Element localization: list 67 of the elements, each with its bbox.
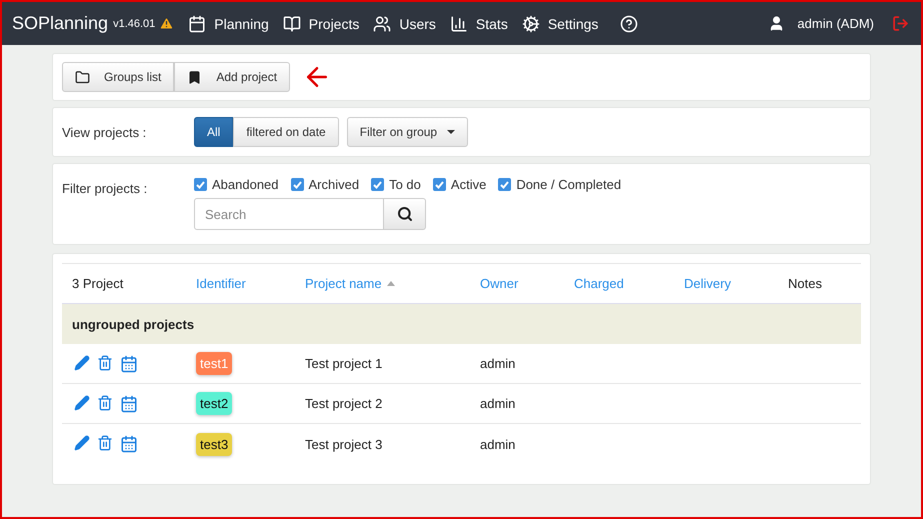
calendar-icon[interactable] [120,394,138,412]
folder-icon [75,70,90,84]
table-cell-text: admin [479,356,516,371]
checkmark-icon [500,180,510,188]
checkbox[interactable] [498,178,512,191]
user-menu[interactable]: admin (ADM) [797,16,874,31]
view-projects-label: View projects : [62,124,148,140]
nav-link[interactable]: Users [373,14,436,32]
identifier-tag: test2 [196,392,232,415]
nav-link[interactable]: Projects [282,14,360,32]
calendar-icon[interactable] [120,354,138,372]
delete-icon[interactable] [97,394,113,410]
view-toggle[interactable]: All [194,117,234,147]
users-icon [373,14,392,32]
checkbox-label[interactable]: Active [450,177,486,192]
groups-list-button[interactable]: Groups list [62,62,174,92]
column-header: Notes [787,276,823,291]
filter-group-dropdown[interactable]: Filter on group [346,117,468,147]
brand-name[interactable]: SOPlanning [12,13,108,34]
table-cell-text: admin [479,396,516,411]
search-button[interactable] [384,198,426,230]
filter-projects-label: Filter projects : [62,181,148,196]
checkbox[interactable] [290,178,304,191]
sort-icon [386,281,395,286]
view-toggle[interactable]: filtered on date [233,117,339,147]
delete-icon[interactable] [97,354,113,370]
checkmark-icon [196,180,205,188]
identifier-tag: test3 [196,432,232,456]
nav-link[interactable]: Planning [188,14,269,32]
version-label: v1.46.01 [113,18,156,30]
logout-icon[interactable] [892,15,909,32]
checkbox-label[interactable]: Done / Completed [516,177,622,192]
caret-icon [447,130,456,134]
search-icon [396,206,412,222]
table-cell-text: Test project 1 [304,356,384,371]
help-button[interactable] [620,14,638,32]
warning-icon [159,16,174,31]
column-header: 3 Project [71,276,124,291]
checkbox[interactable] [194,178,207,191]
checkbox-label[interactable]: Abandoned [212,177,279,192]
book-icon [282,14,301,32]
identifier-tag: test1 [196,352,232,375]
help-icon [620,14,638,32]
table-cell-text: admin [479,436,516,452]
checkbox-label[interactable]: Archived [308,177,360,192]
search-field[interactable]: Search [194,198,384,230]
checkmark-icon [292,180,302,188]
settings-icon [522,14,540,32]
edit-icon[interactable] [74,394,90,410]
nav-link[interactable]: Stats [450,14,508,32]
calendar-icon [188,14,206,32]
checkbox-label[interactable]: To do [389,177,421,192]
table-cell-text: Test project 2 [304,396,384,411]
checkmark-icon [373,180,382,188]
bar-chart-icon [450,14,468,32]
nav-link[interactable]: Settings [522,14,598,32]
edit-icon[interactable] [74,435,90,451]
calendar-icon[interactable] [120,435,138,453]
table-cell-text: Test project 3 [304,436,384,452]
delete-icon[interactable] [97,435,113,451]
checkmark-icon [434,180,444,188]
bookmark-icon [187,70,202,84]
add-project-button[interactable]: Add project [174,62,290,92]
checkbox[interactable] [432,178,446,191]
checkbox[interactable] [371,178,384,191]
edit-icon[interactable] [74,354,90,370]
group-row: ungrouped projects [62,304,861,344]
